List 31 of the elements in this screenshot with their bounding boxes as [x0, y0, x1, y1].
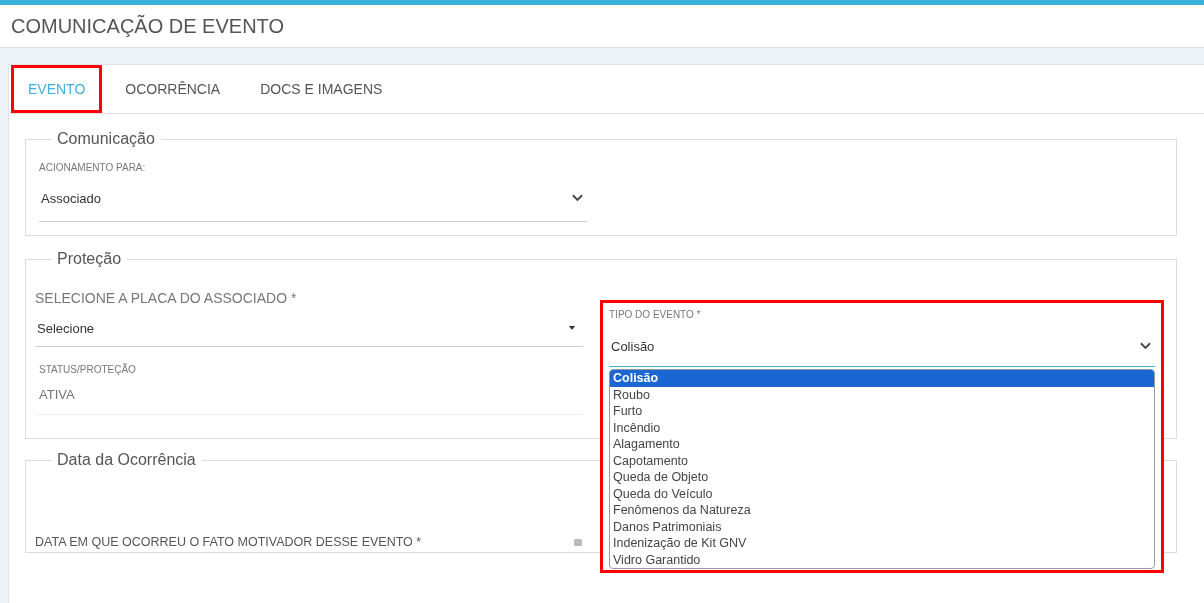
dropdown-option[interactable]: Indenização de Kit GNV — [610, 535, 1154, 552]
tab[interactable]: OCORRÊNCIA — [108, 65, 238, 113]
field-label: TIPO DO EVENTO * — [609, 309, 702, 320]
page-title: COMUNICAÇÃO DE EVENTO — [11, 14, 284, 38]
section-legend: Comunicação — [51, 130, 161, 148]
field-label: SELECIONE A PLACA DO ASSOCIADO * — [35, 290, 298, 306]
dropdown-option[interactable]: Fenômenos da Natureza — [610, 502, 1154, 519]
chevron-down-icon — [572, 194, 583, 202]
calendar-icon[interactable] — [573, 537, 583, 547]
field-label: ACIONAMENTO PARA: — [39, 162, 147, 173]
dropdown-option[interactable]: Danos Patrimoniais — [610, 518, 1154, 535]
dropdown-option[interactable]: Alagamento — [610, 436, 1154, 453]
dropdown-option[interactable]: Roubo — [610, 386, 1154, 403]
field-label: STATUS/PROTEÇÃO — [38, 364, 137, 375]
select-field[interactable]: Selecione — [35, 310, 583, 347]
readonly-field: ATIVA — [35, 375, 583, 415]
section-legend: Data da Ocorrência — [51, 451, 202, 469]
chevron-down-icon — [1140, 342, 1151, 350]
dropdown-option[interactable]: Capotamento — [610, 452, 1154, 469]
dropdown-option[interactable]: Colisão — [610, 370, 1154, 387]
dropdown-option[interactable]: Vidro Garantido — [610, 551, 1154, 568]
dropdown-arrow-icon — [569, 326, 575, 330]
select-field[interactable]: Associado — [39, 175, 587, 222]
field-label: DATA EM QUE OCORREU O FATO MOTIVADOR DESSE EVENTO * — [35, 535, 422, 549]
section-legend: Proteção — [51, 250, 128, 268]
dropdown-option[interactable]: Queda do Veículo — [610, 485, 1154, 502]
tab[interactable]: DOCS E IMAGENS — [243, 65, 400, 113]
dropdown-option[interactable]: Incêndio — [610, 419, 1154, 436]
select-field[interactable]: Colisão — [609, 326, 1155, 367]
dropdown-option[interactable]: Furto — [610, 403, 1154, 420]
dropdown-option[interactable]: Queda de Objeto — [610, 469, 1154, 486]
